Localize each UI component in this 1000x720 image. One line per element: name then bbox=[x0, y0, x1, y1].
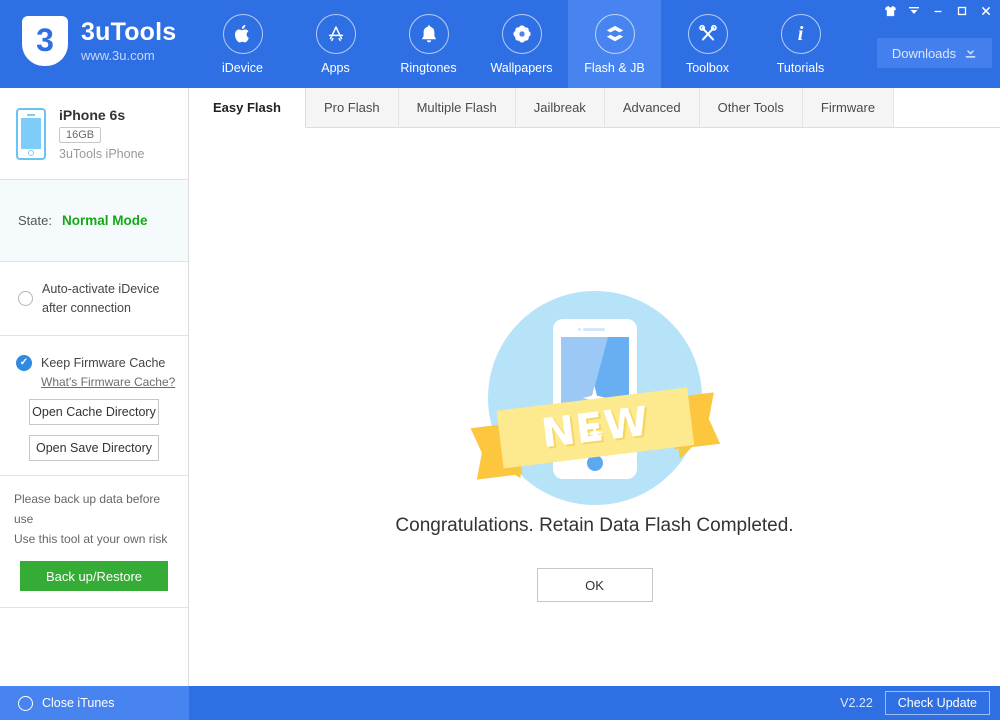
tab-label: Easy Flash bbox=[213, 100, 281, 115]
nav-item-tutorials[interactable]: i Tutorials bbox=[754, 0, 847, 88]
backup-note-line1: Please back up data before use bbox=[14, 492, 161, 526]
open-box-icon bbox=[594, 13, 635, 54]
brand-url: www.3u.com bbox=[81, 48, 155, 64]
nav-label: Toolbox bbox=[685, 60, 730, 75]
tab-advanced[interactable]: Advanced bbox=[604, 88, 700, 128]
tab-label: Multiple Flash bbox=[416, 100, 497, 115]
dropdown-icon[interactable] bbox=[902, 0, 926, 22]
app-header: 3uTools www.3u.com iDevice Apps bbox=[0, 0, 1000, 88]
status-bar-right: V2.22 Check Update bbox=[840, 686, 990, 720]
nav-item-toolbox[interactable]: Toolbox bbox=[661, 0, 754, 88]
nav-label: Flash & JB bbox=[584, 60, 645, 75]
tab-label: Pro Flash bbox=[323, 100, 380, 115]
keep-firmware-cache-text: Keep Firmware Cache What's Firmware Cach… bbox=[41, 354, 175, 389]
tab-label: Jailbreak bbox=[533, 100, 586, 115]
tab-multiple-flash[interactable]: Multiple Flash bbox=[398, 88, 516, 128]
main-content: Easy Flash Pro Flash Multiple Flash Jail… bbox=[189, 88, 1000, 686]
maximize-icon[interactable] bbox=[950, 0, 974, 22]
version-label: V2.22 bbox=[840, 696, 873, 710]
nav-item-ringtones[interactable]: Ringtones bbox=[382, 0, 475, 88]
open-save-directory-button[interactable]: Open Save Directory bbox=[29, 435, 159, 461]
downloads-label: Downloads bbox=[891, 45, 957, 61]
apple-icon bbox=[222, 13, 263, 54]
close-itunes-option[interactable]: Close iTunes bbox=[0, 686, 189, 720]
nav-label: Tutorials bbox=[776, 60, 825, 75]
keep-firmware-cache-checkbox[interactable] bbox=[16, 355, 32, 371]
brand-name: 3uTools bbox=[81, 17, 177, 46]
tab-label: Other Tools bbox=[717, 100, 784, 115]
close-itunes-radio[interactable] bbox=[18, 695, 33, 711]
keep-firmware-cache-label: Keep Firmware Cache bbox=[41, 356, 166, 370]
open-cache-directory-button[interactable]: Open Cache Directory bbox=[29, 399, 159, 425]
state-label: State: bbox=[18, 213, 52, 228]
firmware-cache-section: Keep Firmware Cache What's Firmware Cach… bbox=[0, 336, 188, 476]
app-store-icon bbox=[315, 13, 356, 54]
check-update-button[interactable]: Check Update bbox=[884, 691, 990, 715]
nav-label: iDevice bbox=[222, 60, 263, 75]
new-badge-illustration: NEW bbox=[488, 291, 702, 505]
3utools-window: 3uTools www.3u.com iDevice Apps bbox=[0, 0, 1000, 720]
tab-label: Advanced bbox=[622, 100, 681, 115]
brand-logo: 3uTools www.3u.com bbox=[22, 16, 176, 66]
wrench-screwdriver-icon bbox=[687, 13, 728, 54]
nav-label: Wallpapers bbox=[490, 60, 553, 75]
tab-other-tools[interactable]: Other Tools bbox=[699, 88, 803, 128]
auto-activate-radio[interactable] bbox=[18, 291, 33, 306]
device-name: iPhone 6s bbox=[59, 106, 126, 123]
whats-firmware-cache-link[interactable]: What's Firmware Cache? bbox=[41, 375, 175, 389]
easy-flash-panel: NEW Congratulations. Retain Data Flash C… bbox=[189, 128, 1000, 686]
device-capacity-badge: 16GB bbox=[59, 126, 102, 143]
ok-button[interactable]: OK bbox=[536, 568, 653, 602]
brand-text: 3uTools www.3u.com bbox=[81, 17, 177, 64]
window-controls bbox=[878, 0, 998, 22]
tab-easy-flash[interactable]: Easy Flash bbox=[189, 88, 306, 128]
flower-icon bbox=[501, 13, 542, 54]
nav-label: Apps bbox=[321, 60, 350, 75]
nav-label: Ringtones bbox=[400, 60, 457, 75]
main-nav: iDevice Apps Ringtones Wallpapers Flash … bbox=[196, 0, 847, 88]
device-info: iPhone 6s 16GB 3uTools iPhone bbox=[59, 107, 144, 161]
tab-jailbreak[interactable]: Jailbreak bbox=[515, 88, 605, 128]
download-arrow-icon bbox=[964, 45, 977, 62]
tab-pro-flash[interactable]: Pro Flash bbox=[305, 88, 399, 128]
backup-restore-button[interactable]: Back up/Restore bbox=[20, 561, 168, 592]
bell-icon bbox=[408, 13, 449, 54]
device-card[interactable]: iPhone 6s 16GB 3uTools iPhone bbox=[0, 88, 188, 180]
sidebar-filler bbox=[0, 608, 188, 682]
close-itunes-label: Close iTunes bbox=[42, 696, 115, 710]
device-state-row: State: Normal Mode bbox=[0, 180, 188, 262]
nav-item-apps[interactable]: Apps bbox=[289, 0, 382, 88]
nav-item-flash-and-jb[interactable]: Flash & JB bbox=[568, 0, 661, 88]
backup-section: Please back up data before use Use this … bbox=[0, 476, 188, 609]
close-icon[interactable] bbox=[974, 0, 998, 22]
skin-icon[interactable] bbox=[878, 0, 902, 22]
backup-note-line2: Use this tool at your own risk bbox=[14, 531, 168, 546]
nav-item-idevice[interactable]: iDevice bbox=[196, 0, 289, 88]
tab-label: Firmware bbox=[820, 100, 876, 115]
status-bar: Close iTunes V2.22 Check Update bbox=[0, 686, 1000, 720]
iphone-icon bbox=[16, 107, 46, 160]
minimize-icon[interactable] bbox=[926, 0, 950, 22]
nav-item-wallpapers[interactable]: Wallpapers bbox=[475, 0, 568, 88]
tab-firmware[interactable]: Firmware bbox=[802, 88, 895, 128]
keep-firmware-cache-row[interactable]: Keep Firmware Cache What's Firmware Cach… bbox=[0, 354, 188, 389]
downloads-button[interactable]: Downloads bbox=[877, 38, 992, 68]
flash-tabs: Easy Flash Pro Flash Multiple Flash Jail… bbox=[189, 88, 1000, 128]
sidebar: iPhone 6s 16GB 3uTools iPhone State: Nor… bbox=[0, 88, 189, 686]
info-icon: i bbox=[780, 13, 821, 54]
logo-shield-icon bbox=[22, 16, 68, 66]
completion-message: Congratulations. Retain Data Flash Compl… bbox=[395, 515, 794, 536]
state-value: Normal Mode bbox=[61, 213, 148, 228]
device-alias: 3uTools iPhone bbox=[59, 146, 145, 161]
auto-activate-label: Auto-activate iDevice after connection bbox=[42, 282, 160, 315]
auto-activate-option[interactable]: Auto-activate iDevice after connection bbox=[0, 262, 188, 336]
